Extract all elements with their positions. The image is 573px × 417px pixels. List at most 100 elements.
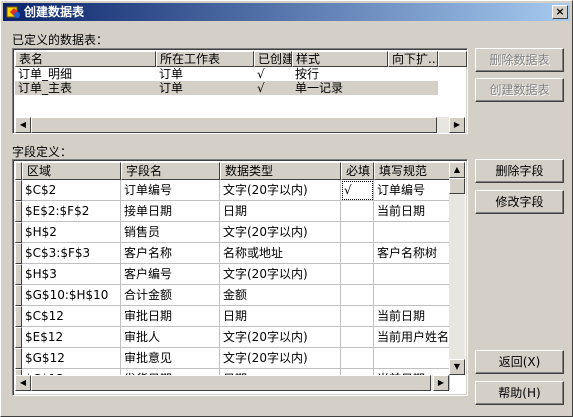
cell-fill-rule[interactable] bbox=[374, 348, 450, 369]
cell-range[interactable]: $H$3 bbox=[22, 264, 121, 285]
field-definitions-grid[interactable]: 区域 字段名 数据类型 必填 填写规范 $C$2 订单编号 文字(20字以内) √ 订单… bbox=[12, 159, 468, 396]
help-button[interactable]: 帮助(H) bbox=[475, 381, 564, 405]
scroll-right-button[interactable]: ▶ bbox=[433, 375, 449, 391]
field-row[interactable]: $G$12 审批意见 文字(20字以内) bbox=[15, 348, 450, 369]
scroll-thumb[interactable] bbox=[31, 375, 431, 391]
cell-data-type[interactable]: 日期 bbox=[220, 201, 341, 222]
scroll-thumb[interactable] bbox=[449, 178, 465, 194]
scroll-left-button[interactable]: ◀ bbox=[15, 117, 31, 133]
cell-data-type[interactable]: 文字(20字以内) bbox=[220, 180, 341, 201]
cell-range[interactable]: $C$3:$F$3 bbox=[22, 243, 121, 264]
cell-field-name[interactable]: 审批日期 bbox=[121, 306, 220, 327]
cell-range[interactable]: $H$2 bbox=[22, 222, 121, 243]
row-header[interactable] bbox=[15, 201, 22, 222]
cell-field-name[interactable]: 销售员 bbox=[121, 222, 220, 243]
cell-fill-rule[interactable]: 当前日期 bbox=[374, 201, 450, 222]
cell-range[interactable]: $E$12 bbox=[22, 327, 121, 348]
row-header[interactable] bbox=[15, 285, 22, 306]
scroll-left-button[interactable]: ◀ bbox=[15, 375, 31, 391]
column-header-field-name[interactable]: 字段名 bbox=[121, 162, 220, 180]
field-grid-header: 区域 字段名 数据类型 必填 填写规范 bbox=[15, 162, 450, 180]
cell-data-type[interactable]: 文字(20字以内) bbox=[220, 327, 341, 348]
delete-table-button[interactable]: 删除数据表 bbox=[475, 48, 564, 72]
row-header[interactable] bbox=[15, 264, 22, 285]
create-table-button[interactable]: 创建数据表 bbox=[475, 78, 564, 102]
cell-required[interactable] bbox=[341, 243, 374, 264]
cell-data-type[interactable]: 日期 bbox=[220, 306, 341, 327]
cell-required[interactable] bbox=[341, 222, 374, 243]
field-row[interactable]: $E$2:$F$2 接单日期 日期 当前日期 bbox=[15, 201, 450, 222]
column-header-required[interactable]: 必填 bbox=[341, 162, 374, 180]
cell-field-name[interactable]: 合计金额 bbox=[121, 285, 220, 306]
column-header-range[interactable]: 区域 bbox=[22, 162, 121, 180]
cell-data-type[interactable]: 金额 bbox=[220, 285, 341, 306]
cell-required[interactable] bbox=[341, 285, 374, 306]
field-row[interactable]: $E$12 审批人 文字(20字以内) 当前用户姓名 bbox=[15, 327, 450, 348]
cell-fill-rule[interactable]: 当前日期 bbox=[374, 306, 450, 327]
close-button[interactable]: × bbox=[552, 5, 568, 19]
field-row[interactable]: $C$12 审批日期 日期 当前日期 bbox=[15, 306, 450, 327]
column-header-worksheet[interactable]: 所在工作表 bbox=[156, 51, 254, 67]
cell-fill-rule[interactable]: 订单编号 bbox=[374, 180, 450, 201]
cell-required[interactable] bbox=[341, 201, 374, 222]
field-row[interactable]: $G$10:$H$10 合计金额 金额 bbox=[15, 285, 450, 306]
row-header[interactable] bbox=[15, 222, 22, 243]
cell-fill-rule[interactable] bbox=[374, 285, 450, 306]
cell-range[interactable]: $G$12 bbox=[22, 348, 121, 369]
field-grid-hscrollbar[interactable]: ◀ ▶ bbox=[15, 375, 449, 391]
cell-range[interactable]: $C$12 bbox=[22, 306, 121, 327]
row-header[interactable] bbox=[15, 306, 22, 327]
cell-created: √ bbox=[257, 67, 265, 81]
cell-fill-rule[interactable]: 当前用户姓名 bbox=[374, 327, 450, 348]
cell-field-name[interactable]: 客户编号 bbox=[121, 264, 220, 285]
cell-required[interactable] bbox=[341, 327, 374, 348]
column-header-table-name[interactable]: 表名 bbox=[15, 51, 156, 67]
scroll-right-button[interactable]: ▶ bbox=[449, 117, 465, 133]
field-row[interactable]: $C$2 订单编号 文字(20字以内) √ 订单编号 bbox=[15, 180, 450, 201]
scroll-down-button[interactable]: ▼ bbox=[449, 359, 465, 375]
column-header-expand-down[interactable]: 向下扩... bbox=[388, 51, 438, 67]
back-button[interactable]: 返回(X) bbox=[475, 350, 564, 374]
row-header[interactable] bbox=[15, 327, 22, 348]
scroll-up-button[interactable]: ▲ bbox=[449, 162, 465, 178]
cell-fill-rule[interactable]: 客户名称树 bbox=[374, 243, 450, 264]
cell-field-name[interactable]: 订单编号 bbox=[121, 180, 220, 201]
field-row[interactable]: $C$3:$F$3 客户名称 名称或地址 客户名称树 bbox=[15, 243, 450, 264]
cell-fill-rule[interactable] bbox=[374, 222, 450, 243]
cell-required[interactable]: √ bbox=[341, 180, 374, 201]
column-header-data-type[interactable]: 数据类型 bbox=[220, 162, 341, 180]
cell-data-type[interactable]: 文字(20字以内) bbox=[220, 222, 341, 243]
cell-range[interactable]: $G$10:$H$10 bbox=[22, 285, 121, 306]
row-header[interactable] bbox=[15, 243, 22, 264]
scroll-thumb[interactable] bbox=[31, 117, 437, 133]
title-bar[interactable]: 创建数据表 × bbox=[3, 3, 570, 21]
field-row[interactable]: $H$2 销售员 文字(20字以内) bbox=[15, 222, 450, 243]
cell-data-type[interactable]: 名称或地址 bbox=[220, 243, 341, 264]
cell-required[interactable] bbox=[341, 348, 374, 369]
row-header[interactable] bbox=[15, 348, 22, 369]
row-header[interactable] bbox=[15, 180, 22, 201]
cell-required[interactable] bbox=[341, 306, 374, 327]
field-grid-vscrollbar[interactable]: ▲ ▼ bbox=[449, 162, 465, 375]
cell-fill-rule[interactable] bbox=[374, 264, 450, 285]
cell-field-name[interactable]: 审批意见 bbox=[121, 348, 220, 369]
cell-field-name[interactable]: 接单日期 bbox=[121, 201, 220, 222]
cell-data-type[interactable]: 文字(20字以内) bbox=[220, 348, 341, 369]
defined-tables-hscrollbar[interactable]: ◀ ▶ bbox=[15, 117, 465, 133]
cell-range[interactable]: $C$2 bbox=[22, 180, 121, 201]
cell-required[interactable] bbox=[341, 264, 374, 285]
cell-data-type[interactable]: 文字(20字以内) bbox=[220, 264, 341, 285]
field-row[interactable]: $H$3 客户编号 文字(20字以内) bbox=[15, 264, 450, 285]
cell-field-name[interactable]: 审批人 bbox=[121, 327, 220, 348]
column-header-style[interactable]: 样式 bbox=[292, 51, 388, 67]
column-header-created[interactable]: 已创建 bbox=[254, 51, 292, 67]
table-row-selected[interactable]: 订单_主表 订单 √ 单一记录 bbox=[15, 81, 438, 95]
modify-field-button[interactable]: 修改字段 bbox=[475, 190, 564, 214]
column-header-fill-rule[interactable]: 填写规范 bbox=[374, 162, 450, 180]
row-header-corner bbox=[15, 162, 22, 180]
cell-field-name[interactable]: 客户名称 bbox=[121, 243, 220, 264]
defined-tables-list[interactable]: 表名 所在工作表 已创建 样式 向下扩... 订单_明细 订单 √ 按行 订单_… bbox=[12, 48, 468, 134]
cell-range[interactable]: $E$2:$F$2 bbox=[22, 201, 121, 222]
table-row[interactable]: 订单_明细 订单 √ 按行 bbox=[15, 67, 438, 81]
delete-field-button[interactable]: 删除字段 bbox=[475, 159, 564, 183]
